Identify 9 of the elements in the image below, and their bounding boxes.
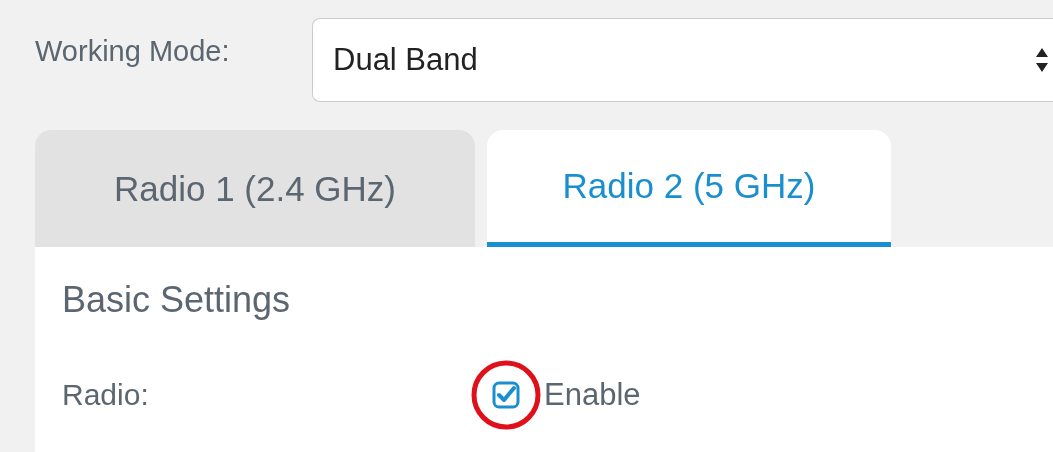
radio-tab[interactable]: Radio 1 (2.4 GHz) (35, 130, 475, 247)
sort-arrows-icon (1035, 47, 1049, 73)
working-mode-select[interactable]: Dual Band (312, 18, 1053, 102)
radio-tab[interactable]: Radio 2 (5 GHz) (487, 130, 891, 247)
section-title: Basic Settings (62, 278, 292, 322)
working-mode-label: Working Mode: (35, 34, 231, 68)
enable-checkbox[interactable] (492, 381, 520, 409)
radio-label: Radio: (62, 378, 150, 412)
enable-label: Enable (544, 377, 641, 413)
